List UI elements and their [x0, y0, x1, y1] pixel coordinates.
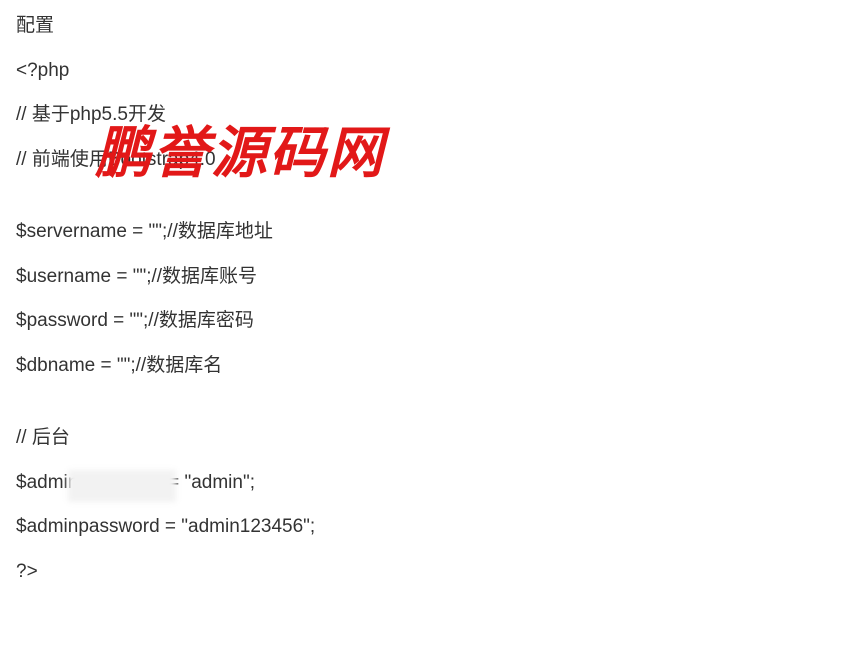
line-comment-admin: // 后台	[16, 424, 852, 453]
blurred-redaction	[68, 470, 176, 502]
line-servername: $servername = "";//数据库地址	[16, 218, 852, 247]
line-comment-bootstrap: // 前端使用Bootstrap4.0	[16, 146, 852, 175]
line-php-open: <?php	[16, 57, 852, 86]
line-password: $password = "";//数据库密码	[16, 307, 852, 336]
line-title: 配置	[16, 12, 852, 41]
line-php-close: ?>	[16, 558, 852, 587]
line-dbname: $dbname = "";//数据库名	[16, 352, 852, 381]
line-comment-php55: // 基于php5.5开发	[16, 101, 852, 130]
line-username: $username = "";//数据库账号	[16, 263, 852, 292]
blank-spacer	[16, 190, 852, 218]
code-content: 配置 <?php // 基于php5.5开发 // 前端使用Bootstrap4…	[0, 0, 868, 614]
blank-spacer	[16, 396, 852, 424]
line-adminpassword: $adminpassword = "admin123456";	[16, 513, 852, 542]
